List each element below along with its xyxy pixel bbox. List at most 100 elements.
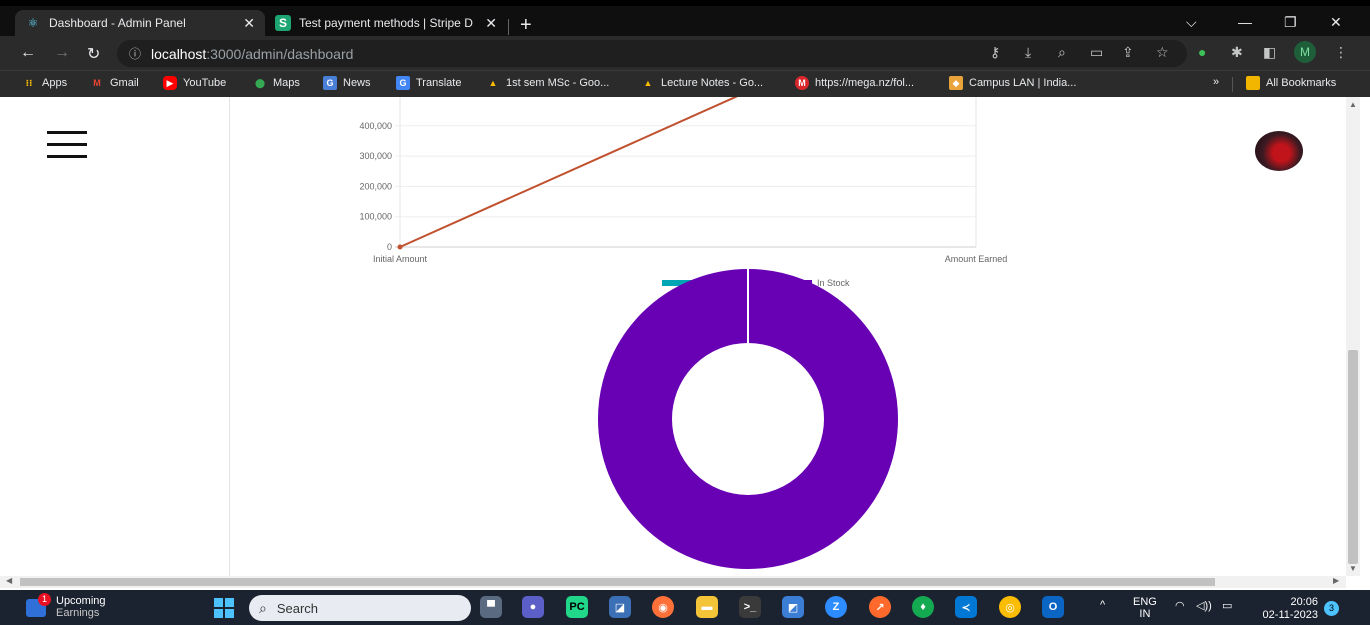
reader-icon[interactable]: ▭ [1090,44,1103,61]
volume-icon[interactable]: ◁)) [1196,599,1212,612]
widget-badge: 1 [38,593,51,606]
close-icon[interactable]: ✕ [243,15,255,32]
wifi-icon[interactable]: ◠ [1175,599,1185,612]
campus-icon: ◆ [949,76,963,90]
install-icon[interactable]: ⤓ [1025,44,1031,61]
tab-strip: ⚛ Dashboard - Admin Panel ✕ S Test payme… [0,6,1370,36]
bookmark-label: 1st sem MSc - Goo... [506,77,610,89]
start-tile [214,598,223,607]
zoom-app-icon[interactable]: Z [825,596,847,618]
more-bookmarks-button[interactable]: » [1213,76,1219,88]
menu-icon[interactable]: ⋮ [1334,44,1348,61]
widget-line1: Upcoming [56,595,106,607]
start-button[interactable] [214,598,234,618]
firefox-icon[interactable]: ◉ [652,596,674,618]
vscode-icon[interactable]: ≺ [955,596,977,618]
scroll-up-arrow-icon[interactable]: ▲ [1349,100,1357,109]
scroll-down-arrow-icon[interactable]: ▼ [1349,564,1357,573]
window-close-button[interactable]: ✕ [1330,14,1342,31]
horizontal-scrollbar[interactable]: ◀ ▶ [0,576,1346,588]
bookmark-gmail[interactable]: M Gmail [90,76,139,90]
bookmark-label: Gmail [110,77,139,89]
news-icon: G [323,76,337,90]
tab-search-icon[interactable]: ⌵ [1186,14,1197,31]
back-button[interactable]: ← [20,44,36,62]
terminal-icon[interactable]: >_ [739,596,761,618]
bookmark-star-icon[interactable]: ☆ [1156,44,1169,61]
stripe-icon: S [275,15,291,31]
tab-stripe[interactable]: S Test payment methods | Stripe D ✕ [265,10,507,36]
youtube-icon: ▶ [163,76,177,90]
mongodb-icon[interactable]: ♦ [912,596,934,618]
reload-button[interactable]: ↻ [87,44,100,64]
bookmark-label: Lecture Notes - Go... [661,77,764,89]
postman-icon[interactable]: ↗ [869,596,891,618]
restore-button[interactable]: ❐ [1284,14,1297,31]
bookmark-label: News [343,77,371,89]
bookmark-maps[interactable]: ⬤ Maps [253,76,300,90]
taskbar-search[interactable]: ⌕ Search [249,595,471,621]
scrollbar-thumb[interactable] [1348,350,1358,564]
search-icon: ⌕ [259,599,267,616]
bookmark-drive-1[interactable]: ▲ 1st sem MSc - Goo... [486,76,610,90]
tray-expand-icon[interactable]: ^ [1100,599,1105,611]
scrollbar-thumb[interactable] [20,578,1215,586]
start-tile [225,609,234,618]
file-explorer-icon[interactable]: ▬ [696,596,718,618]
minimize-button[interactable]: — [1238,14,1252,30]
bookmark-apps[interactable]: ⁝⁝ Apps [22,76,68,90]
donut-slices [598,269,898,569]
close-icon[interactable]: ✕ [485,15,497,32]
tab-title: Test payment methods | Stripe D [299,16,473,30]
bookmark-label: Campus LAN | India... [969,77,1077,89]
react-icon: ⚛ [27,16,39,30]
language-line1: ENG [1133,596,1157,608]
side-panel-icon[interactable]: ◧ [1263,44,1276,61]
zoom-icon[interactable]: ⌕ [1058,44,1066,61]
all-bookmarks-button[interactable]: All Bookmarks [1246,76,1336,90]
chrome-icon[interactable]: ◎ [999,596,1021,618]
outlook-icon[interactable]: O [1042,596,1064,618]
task-view-icon[interactable]: ▀ [480,596,502,618]
bookmark-label: All Bookmarks [1266,77,1337,89]
info-icon[interactable]: ⓘ [129,45,141,62]
widget-line2: Earnings [56,607,100,619]
apps-grid-icon: ⁝⁝ [25,77,33,88]
bookmark-translate[interactable]: G Translate [396,76,461,90]
profile-avatar[interactable]: M [1294,41,1316,63]
clock[interactable]: 20:06 02-11-2023 [1254,596,1318,622]
language-indicator[interactable]: ENG IN [1133,596,1157,620]
bookmark-label: YouTube [183,77,227,89]
forward-button[interactable]: → [54,44,70,62]
snipping-icon[interactable]: ◩ [782,596,804,618]
bookmark-label: https://mega.nz/fol... [815,77,915,89]
extension-icon[interactable]: ● [1198,44,1206,60]
new-tab-button[interactable]: + [520,14,532,37]
search-placeholder: Search [276,600,319,616]
tab-separator [508,19,509,35]
url-host: localhost [151,45,207,62]
tab-dashboard[interactable]: ⚛ Dashboard - Admin Panel ✕ [15,10,265,36]
clock-time: 20:06 [1290,596,1318,608]
vertical-scrollbar[interactable]: ▲ ▼ [1346,97,1360,576]
rdp-icon[interactable]: ◪ [609,596,631,618]
pycharm-icon[interactable]: PC [566,596,588,618]
battery-icon[interactable]: ▭ [1222,599,1232,612]
bookmark-youtube[interactable]: ▶ YouTube [163,76,226,90]
bookmark-campus-lan[interactable]: ◆ Campus LAN | India... [949,76,1076,90]
scroll-right-arrow-icon[interactable]: ▶ [1333,576,1339,585]
legend-label: In Stock [817,278,850,288]
bookmark-drive-2[interactable]: ▲ Lecture Notes - Go... [641,76,764,90]
key-icon[interactable]: ⚷ [990,44,1000,61]
share-icon[interactable]: ⇪ [1122,44,1134,61]
bookmark-mega[interactable]: Mhttps://mega.nz/fol... [795,76,914,90]
scroll-left-arrow-icon[interactable]: ◀ [6,576,12,585]
extensions-puzzle-icon[interactable]: ✱ [1231,44,1243,61]
taskbar: 1 Upcoming Earnings ⌕ Search ▀ ● PC ◪ ◉ … [0,590,1370,625]
bookmark-news[interactable]: G News [323,76,371,90]
teams-icon[interactable]: ● [522,596,544,618]
language-line2: IN [1139,608,1151,620]
widgets-button[interactable]: Upcoming Earnings [56,595,106,619]
notification-badge[interactable]: 3 [1324,601,1339,616]
translate-icon: G [396,76,410,90]
